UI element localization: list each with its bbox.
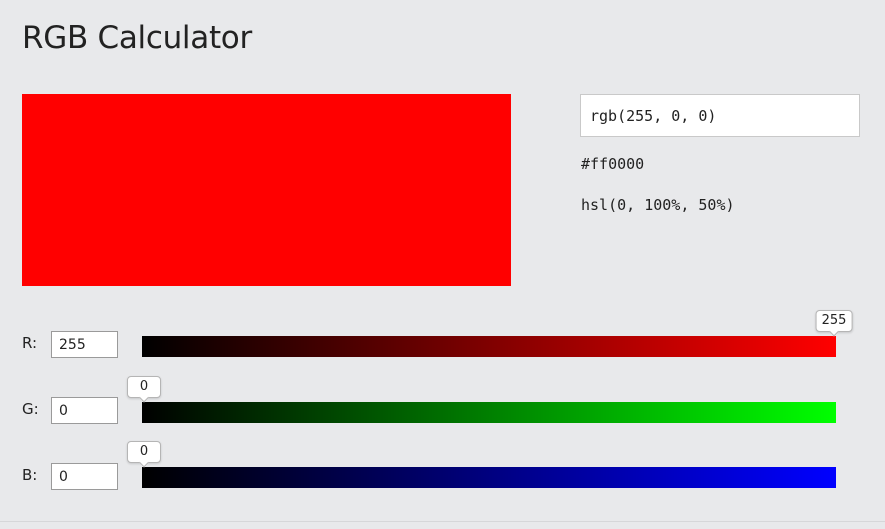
red-slider-track[interactable]: [142, 336, 836, 357]
color-preview-swatch: [22, 94, 511, 286]
green-value-input[interactable]: [51, 397, 118, 424]
red-value-input[interactable]: [51, 331, 118, 358]
blue-channel-label: B:: [22, 466, 38, 484]
green-channel-label: G:: [22, 400, 39, 418]
green-slider-track[interactable]: [142, 402, 836, 423]
red-channel-label: R:: [22, 334, 38, 352]
bottom-divider: [0, 521, 885, 522]
hex-value: #ff0000: [581, 155, 645, 173]
blue-value-input[interactable]: [51, 463, 118, 490]
rgb-value-input[interactable]: [580, 94, 860, 137]
hsl-value: hsl(0, 100%, 50%): [581, 196, 735, 214]
blue-slider-track[interactable]: [142, 467, 836, 488]
page-title: RGB Calculator: [22, 20, 252, 56]
